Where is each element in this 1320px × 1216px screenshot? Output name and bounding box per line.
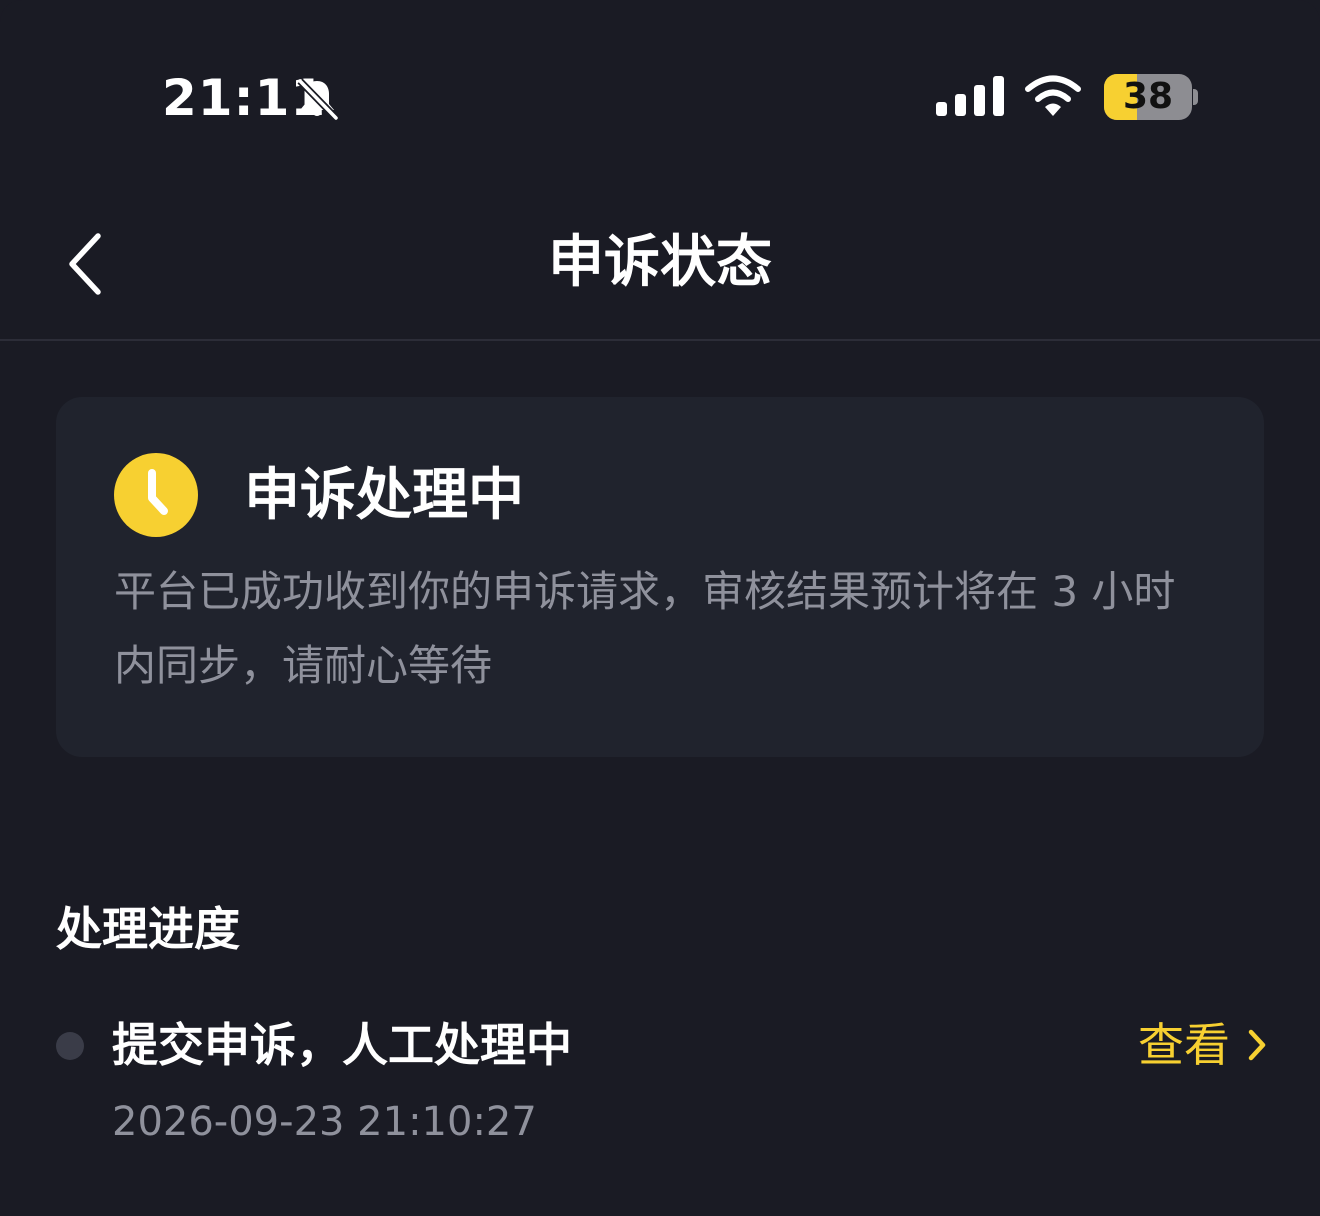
appeal-status-screen: 21:11 38 申诉状态 申诉处理中 平台已成功收到你的申诉请求，审核结果预计… [0, 0, 1320, 1216]
clock-icon [114, 453, 198, 537]
chevron-right-icon [1248, 1029, 1266, 1061]
battery-cap [1193, 89, 1198, 105]
battery-percent: 38 [1122, 76, 1174, 117]
progress-section-title: 处理进度 [56, 902, 240, 956]
view-label: 查看 [1138, 1018, 1230, 1072]
progress-item-timestamp: 2026-09-23 21:10:27 [112, 1099, 537, 1145]
progress-dot [56, 1032, 84, 1060]
wifi-icon [1025, 75, 1081, 116]
page-title: 申诉状态 [548, 230, 772, 295]
view-button[interactable]: 查看 [1138, 1014, 1268, 1076]
bell-off-icon [297, 78, 339, 121]
progress-item-title: 提交申诉，人工处理中 [112, 1018, 572, 1072]
battery-indicator: 38 [1104, 74, 1192, 120]
signal-icon [936, 76, 1004, 116]
card-title: 申诉处理中 [244, 463, 524, 528]
nav-divider [0, 339, 1320, 341]
card-description: 平台已成功收到你的申诉请求，审核结果预计将在 3 小时内同步，请耐心等待 [114, 567, 1176, 690]
appeal-status-card: 申诉处理中 平台已成功收到你的申诉请求，审核结果预计将在 3 小时内同步，请耐心… [56, 397, 1264, 757]
